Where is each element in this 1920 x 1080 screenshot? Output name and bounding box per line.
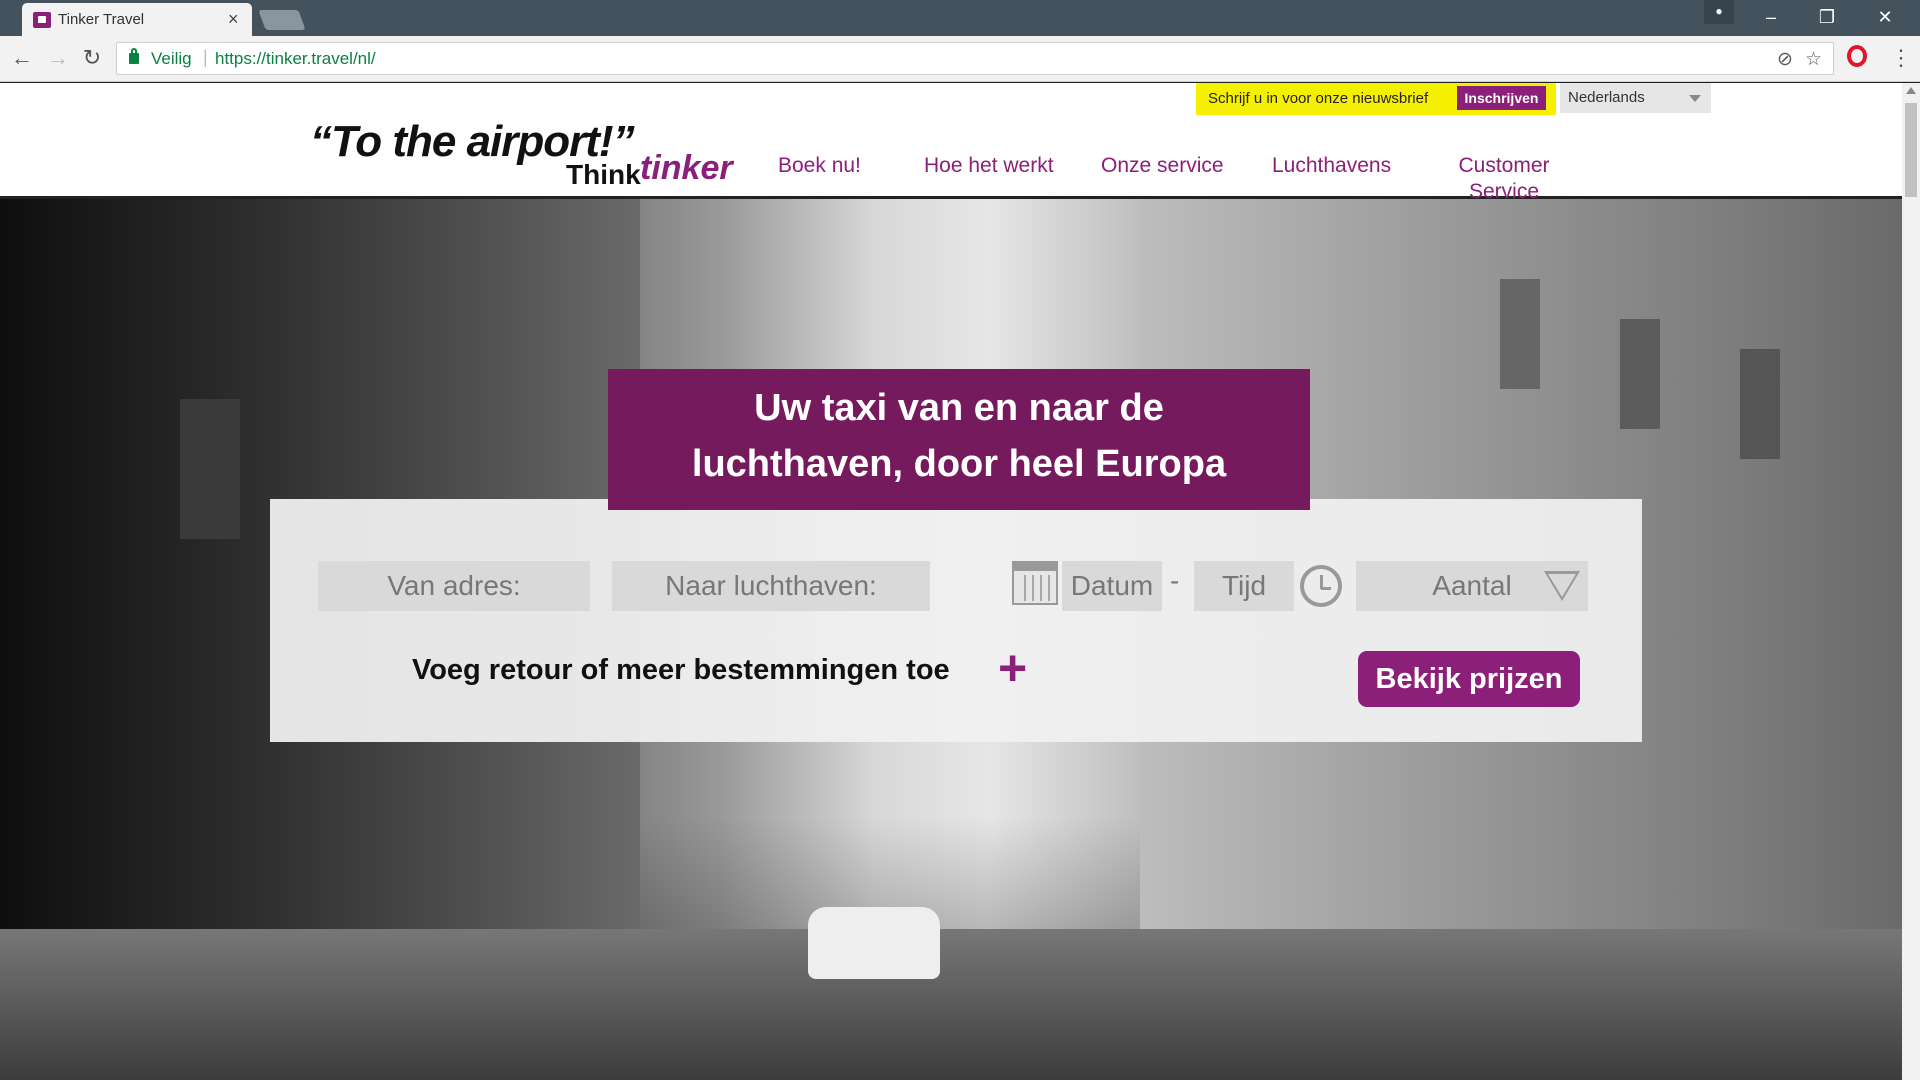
minimize-button[interactable]: –	[1756, 4, 1786, 30]
language-select[interactable]: Nederlands	[1560, 83, 1711, 113]
hero-window	[1620, 319, 1660, 429]
url-text[interactable]: https://tinker.travel/nl/	[215, 49, 376, 69]
add-return-label[interactable]: Voeg retour of meer bestemmingen toe	[412, 654, 950, 687]
newsletter-bar: Schrijf u in voor onze nieuwsbrief Insch…	[1196, 83, 1556, 115]
new-tab-button[interactable]	[258, 10, 306, 30]
date-time-separator: -	[1170, 565, 1180, 596]
to-airport-input[interactable]: Naar luchthaven:	[612, 561, 930, 611]
address-bar[interactable]: Veilig | https://tinker.travel/nl/ ⊘ ☆	[116, 42, 1834, 75]
browser-titlebar: Tinker Travel × ● – ❐ ✕	[0, 0, 1920, 36]
hero-window	[1500, 279, 1540, 389]
hero-headline-line1: Uw taxi van en naar de	[754, 387, 1164, 429]
logo-tinker: tinker	[640, 149, 733, 187]
logo-think: Think	[566, 159, 641, 190]
browser-menu-icon[interactable]: ⋮	[1890, 44, 1912, 72]
language-label: Nederlands	[1568, 89, 1645, 106]
scroll-thumb[interactable]	[1905, 103, 1917, 197]
tab-title: Tinker Travel	[58, 11, 145, 28]
nav-our-service[interactable]: Onze service	[1101, 153, 1224, 179]
nav-airports[interactable]: Luchthavens	[1272, 153, 1391, 179]
site-header: Schrijf u in voor onze nieuwsbrief Insch…	[0, 83, 1920, 203]
calendar-icon[interactable]	[1012, 561, 1058, 605]
newsletter-text: Schrijf u in voor onze nieuwsbrief	[1208, 90, 1429, 107]
view-prices-button[interactable]: Bekijk prijzen	[1358, 651, 1580, 707]
hero-street	[0, 929, 1902, 1080]
tab-close-icon[interactable]: ×	[228, 9, 239, 30]
time-input[interactable]: Tijd	[1194, 561, 1294, 611]
nav-book-now[interactable]: Boek nu!	[778, 153, 861, 179]
clock-icon[interactable]	[1300, 565, 1342, 607]
plus-icon[interactable]: +	[998, 643, 1027, 693]
chevron-down-icon	[1689, 95, 1701, 102]
nav-how-it-works[interactable]: Hoe het werkt	[924, 153, 1054, 179]
nav-customer-service[interactable]: Customer Service	[1446, 153, 1562, 205]
hero-window	[180, 399, 240, 539]
booking-form: Van adres: Naar luchthaven: Datum - Tijd…	[270, 499, 1642, 742]
translate-icon[interactable]: ⊘	[1777, 48, 1793, 71]
opera-extension-icon[interactable]	[1847, 45, 1867, 67]
restore-button[interactable]: ❐	[1812, 4, 1842, 30]
hero-background: Uw taxi van en naar de luchthaven, door …	[0, 199, 1902, 1080]
date-input[interactable]: Datum	[1062, 561, 1162, 611]
browser-toolbar: ← → ↻ Veilig | https://tinker.travel/nl/…	[0, 36, 1920, 82]
hero-headline-line2: luchthaven, door heel Europa	[691, 443, 1227, 485]
close-window-button[interactable]: ✕	[1870, 4, 1900, 30]
scroll-up-icon[interactable]	[1906, 87, 1916, 94]
page-scrollbar[interactable]	[1902, 83, 1920, 1080]
forward-arrow-icon[interactable]: →	[44, 44, 72, 72]
user-icon[interactable]: ●	[1704, 0, 1734, 24]
browser-tab[interactable]: Tinker Travel ×	[22, 3, 252, 36]
hero-window	[1740, 349, 1780, 459]
back-arrow-icon[interactable]: ←	[8, 44, 36, 72]
secure-label: Veilig	[151, 49, 192, 68]
newsletter-subscribe-button[interactable]: Inschrijven	[1457, 86, 1546, 110]
from-address-input[interactable]: Van adres:	[318, 561, 590, 611]
hero-headline: Uw taxi van en naar de luchthaven, door …	[608, 369, 1310, 510]
reload-icon[interactable]: ↻	[78, 44, 106, 72]
lock-icon	[129, 48, 139, 64]
page-content: Schrijf u in voor onze nieuwsbrief Insch…	[0, 83, 1920, 1080]
bookmark-star-icon[interactable]: ☆	[1805, 48, 1822, 71]
hero-car	[808, 907, 940, 979]
url-separator: |	[203, 47, 208, 67]
dropdown-triangle-icon[interactable]	[1544, 571, 1580, 601]
tinker-favicon-icon	[33, 12, 51, 28]
